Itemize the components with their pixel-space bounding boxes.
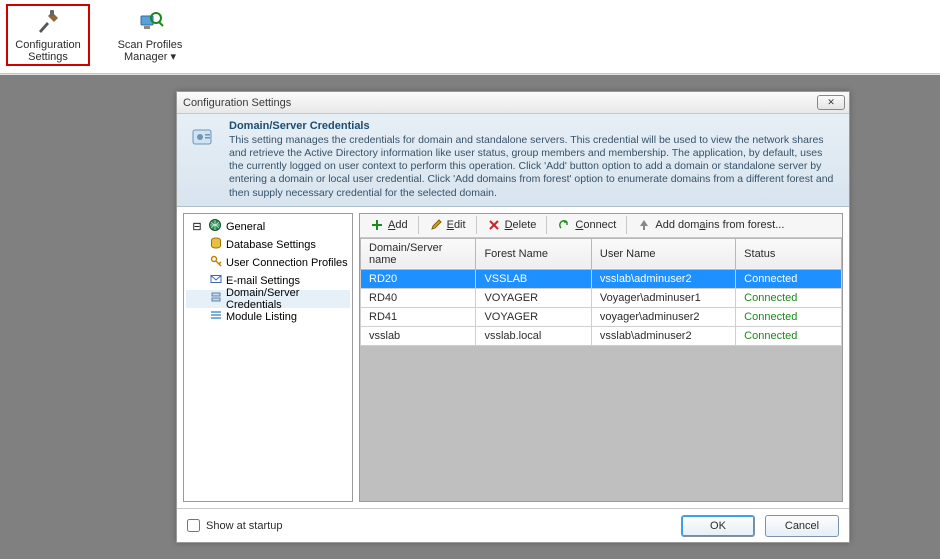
banner-heading: Domain/Server Credentials [229, 120, 839, 132]
dialog-config-settings: Configuration Settings ✕ Domain/Server C… [176, 91, 850, 543]
tree-item-label: Module Listing [226, 311, 297, 323]
col-status[interactable]: Status [736, 238, 842, 269]
show-startup-checkbox[interactable]: Show at startup [187, 519, 282, 532]
tree-item-label: E-mail Settings [226, 275, 300, 287]
key-icon [210, 255, 222, 270]
table-row[interactable]: RD41VOYAGERvoyager\adminuser2Connected [361, 307, 842, 326]
table-cell: VOYAGER [476, 307, 591, 326]
collapse-icon: ⊟ [190, 220, 204, 233]
config-settings-label-2: Settings [28, 51, 68, 63]
show-startup-label: Show at startup [206, 520, 282, 532]
delete-icon [487, 218, 501, 232]
cancel-button[interactable]: Cancel [765, 515, 839, 537]
table-cell: Voyager\adminuser1 [591, 288, 735, 307]
tree-root-general[interactable]: ⊟ General [186, 218, 350, 236]
table-cell: vsslab\adminuser2 [591, 269, 735, 288]
config-settings-label-1: Configuration [15, 39, 80, 51]
table-row[interactable]: RD40VOYAGERVoyager\adminuser1Connected [361, 288, 842, 307]
ok-button[interactable]: OK [681, 515, 755, 537]
connect-icon [557, 218, 571, 232]
table-cell: VOYAGER [476, 288, 591, 307]
forest-icon [637, 218, 651, 232]
table-cell: RD20 [361, 269, 476, 288]
table-cell: RD40 [361, 288, 476, 307]
scan-profiles-icon [135, 7, 165, 37]
dialog-footer: Show at startup OK Cancel [177, 508, 849, 542]
tree-item-label: User Connection Profiles [226, 257, 348, 269]
list-icon [210, 309, 222, 324]
close-button[interactable]: ✕ [817, 95, 845, 110]
table-cell: VSSLAB [476, 269, 591, 288]
table-cell: vsslab.local [476, 326, 591, 345]
config-settings-button[interactable]: ConfigurationSettings [6, 4, 90, 66]
col-user[interactable]: User Name [591, 238, 735, 269]
edit-button[interactable]: Edit [423, 215, 472, 235]
table-cell: RD41 [361, 307, 476, 326]
info-banner: Domain/Server Credentials This setting m… [177, 114, 849, 207]
add-domains-forest-label: Add domains from forest... [655, 219, 784, 231]
table-cell: vsslab\adminuser2 [591, 326, 735, 345]
tree-item-database-settings[interactable]: Database Settings [186, 236, 350, 254]
tree-item-user-connection[interactable]: User Connection Profiles [186, 254, 350, 272]
workarea: Configuration Settings ✕ Domain/Server C… [0, 75, 940, 559]
connect-button[interactable]: Connect [551, 215, 622, 235]
col-forest[interactable]: Forest Name [476, 238, 591, 269]
show-startup-input[interactable] [187, 519, 200, 532]
table-cell: Connected [736, 288, 842, 307]
tools-icon [33, 7, 63, 37]
add-button[interactable]: AAdddd [364, 215, 414, 235]
add-domains-forest-button[interactable]: Add domains from forest... [631, 215, 790, 235]
table-cell: vsslab [361, 326, 476, 345]
nav-tree: ⊟ General Database Settings User Connect… [183, 213, 353, 502]
right-pane: AAdddd Edit Delete Connect [359, 213, 843, 502]
dialog-titlebar: Configuration Settings ✕ [177, 92, 849, 114]
database-icon [210, 237, 222, 252]
close-icon: ✕ [827, 97, 835, 108]
col-domain[interactable]: Domain/Server name [361, 238, 476, 269]
mail-icon [210, 273, 222, 288]
table-cell: Connected [736, 269, 842, 288]
tree-item-label: Domain/Server Credentials [226, 287, 350, 311]
ribbon: ConfigurationSettings Scan ProfilesManag… [0, 0, 940, 74]
banner-description: This setting manages the credentials for… [229, 134, 839, 200]
table-cell: Connected [736, 307, 842, 326]
tree-item-domain-credentials[interactable]: Domain/Server Credentials [186, 290, 350, 308]
table-cell: Connected [736, 326, 842, 345]
add-icon [370, 218, 384, 232]
edit-icon [429, 218, 443, 232]
delete-button[interactable]: Delete [481, 215, 543, 235]
server-icon [210, 291, 222, 306]
table-row[interactable]: vsslabvsslab.localvsslab\adminuser2Conne… [361, 326, 842, 345]
table-cell: voyager\adminuser2 [591, 307, 735, 326]
scan-profiles-label-2: Manager ▾ [124, 51, 176, 63]
scan-profiles-button[interactable]: Scan ProfilesManager ▾ [108, 4, 192, 66]
dialog-title: Configuration Settings [183, 97, 291, 109]
tree-root-label: General [226, 221, 265, 233]
scan-profiles-label-1: Scan Profiles [118, 39, 183, 51]
table-row[interactable]: RD20VSSLABvsslab\adminuser2Connected [361, 269, 842, 288]
tree-item-label: Database Settings [226, 239, 316, 251]
globe-icon [208, 218, 222, 235]
credentials-icon [187, 120, 221, 200]
toolbar: AAdddd Edit Delete Connect [360, 214, 842, 238]
credentials-grid[interactable]: Domain/Server name Forest Name User Name… [360, 238, 842, 501]
